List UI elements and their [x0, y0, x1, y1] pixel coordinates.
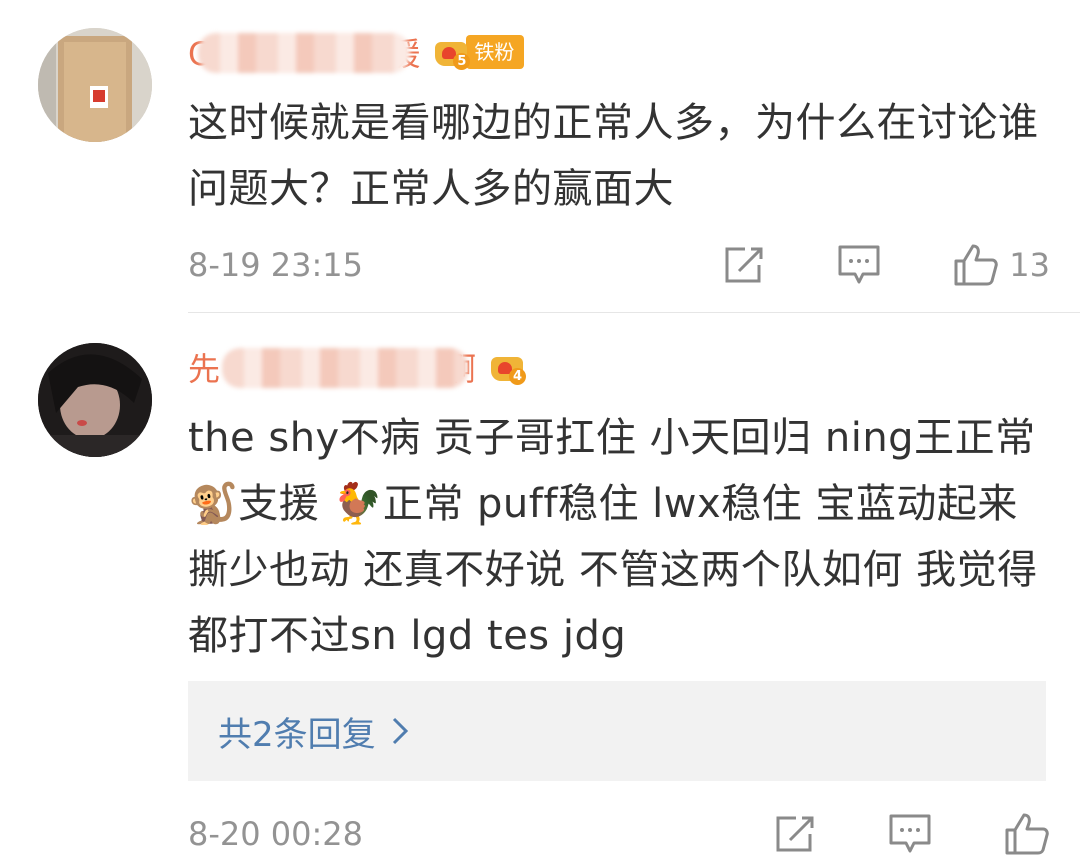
- chevron-right-icon: [392, 717, 408, 745]
- comment-time: 8-19 23:15: [188, 246, 364, 284]
- share-button[interactable]: [774, 814, 816, 854]
- comment-icon: [838, 245, 880, 284]
- comment-icon: [889, 814, 931, 853]
- comment-time: 8-20 00:28: [188, 815, 364, 853]
- share-button[interactable]: [723, 245, 765, 285]
- fan-badge[interactable]: 5 铁粉: [432, 34, 525, 70]
- avatar[interactable]: [38, 28, 152, 142]
- comment-item: C媛 5 铁粉 这时候就是看哪边的正常人多，为什么在讨论谁问题大？正常人多的赢面…: [0, 0, 1080, 312]
- replies-label: 共2条回复: [218, 714, 376, 755]
- username-redaction: [222, 348, 468, 388]
- comment-meta: 8-20 00:28: [188, 809, 1050, 859]
- fan-badge[interactable]: 4: [488, 349, 527, 385]
- comment-text: the shy不病 贡子哥扛住 小天回归 ning王正常 🐒支援 🐓正常 puf…: [188, 415, 1038, 659]
- badge-level: 4: [509, 368, 527, 385]
- like-icon: [1005, 813, 1049, 855]
- share-icon: [776, 816, 814, 852]
- comment-button[interactable]: [837, 244, 881, 286]
- comment-header: 先啊 4: [188, 344, 527, 390]
- comment-item: 先啊 4 the shy不病 贡子哥扛住 小天回归 ning王正常 🐒支援 🐓正…: [0, 313, 1080, 861]
- comment-button[interactable]: [888, 813, 932, 855]
- crown-icon: 4: [488, 349, 527, 385]
- fan-label: 铁粉: [466, 35, 525, 69]
- comment-actions: 13: [651, 240, 1050, 290]
- share-icon: [725, 247, 763, 283]
- like-count: 13: [1009, 246, 1050, 284]
- username[interactable]: 先啊: [188, 344, 476, 390]
- comment-header: C媛 5 铁粉: [188, 29, 525, 75]
- like-button[interactable]: [1004, 812, 1050, 856]
- like-button[interactable]: 13: [953, 243, 1050, 287]
- avatar-image: [38, 28, 152, 142]
- comment-actions: [702, 809, 1050, 859]
- username-redaction: [198, 33, 410, 73]
- badge-level: 5: [453, 53, 471, 70]
- comment-text: 这时候就是看哪边的正常人多，为什么在讨论谁问题大？正常人多的赢面大: [188, 100, 1039, 212]
- avatar[interactable]: [38, 343, 152, 457]
- comment-meta: 8-19 23:15 13: [188, 240, 1050, 290]
- like-icon: [954, 244, 999, 286]
- avatar-image: [38, 343, 152, 457]
- username[interactable]: C媛: [188, 29, 420, 75]
- replies-link[interactable]: 共2条回复: [188, 681, 1046, 781]
- crown-icon: 5: [432, 34, 471, 70]
